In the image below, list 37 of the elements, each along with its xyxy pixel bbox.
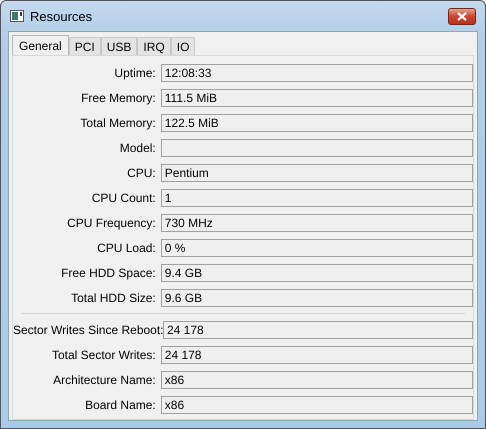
value-field[interactable]: 0 % — [160, 238, 473, 256]
value-field[interactable]: 9.4 GB — [160, 264, 473, 282]
value-field[interactable]: Pentium — [160, 164, 473, 182]
value-field[interactable]: x86 — [160, 370, 473, 388]
field-label: CPU: — [126, 166, 157, 180]
field-label: Free HDD Space: — [60, 266, 157, 280]
field-label: Model: — [118, 140, 157, 154]
field-label: Total Memory: — [79, 116, 157, 130]
tab[interactable]: IO — [170, 37, 196, 55]
field-label: Free Memory: — [80, 90, 157, 104]
close-button[interactable] — [448, 8, 476, 24]
close-icon — [457, 12, 467, 20]
field-label: Sector Writes Since Reboot: — [13, 322, 163, 336]
tab[interactable]: General — [12, 35, 69, 55]
value-field[interactable]: x86 — [160, 396, 473, 414]
tab[interactable]: IRQ — [137, 37, 171, 55]
field-label: Total HDD Size: — [70, 290, 157, 304]
field-label: CPU Load: — [96, 240, 157, 254]
window-title: Resources — [30, 8, 92, 24]
value-field[interactable]: 1 — [160, 188, 473, 206]
field-label: Uptime: — [113, 66, 157, 80]
field-label: CPU Count: — [90, 190, 157, 204]
tab[interactable]: PCI — [68, 37, 101, 55]
field-label: Board Name: — [84, 398, 157, 412]
tab[interactable]: USB — [100, 37, 138, 55]
field-label: CPU Frequency: — [66, 216, 157, 230]
value-field[interactable] — [160, 138, 473, 156]
value-field[interactable]: 9.6 GB — [160, 288, 473, 306]
window-icon — [10, 10, 24, 22]
value-field[interactable]: 730 MHz — [160, 214, 473, 232]
value-field[interactable]: 24 178 — [160, 346, 473, 364]
field-label: Total Sector Writes: — [50, 348, 157, 362]
value-field[interactable]: 12:08:33 — [160, 64, 473, 82]
value-field[interactable]: 122.5 MiB — [160, 114, 473, 132]
value-field[interactable]: 24 178 — [163, 320, 473, 338]
field-label: Architecture Name: — [52, 372, 157, 386]
value-field[interactable]: 111.5 MiB — [160, 88, 473, 106]
